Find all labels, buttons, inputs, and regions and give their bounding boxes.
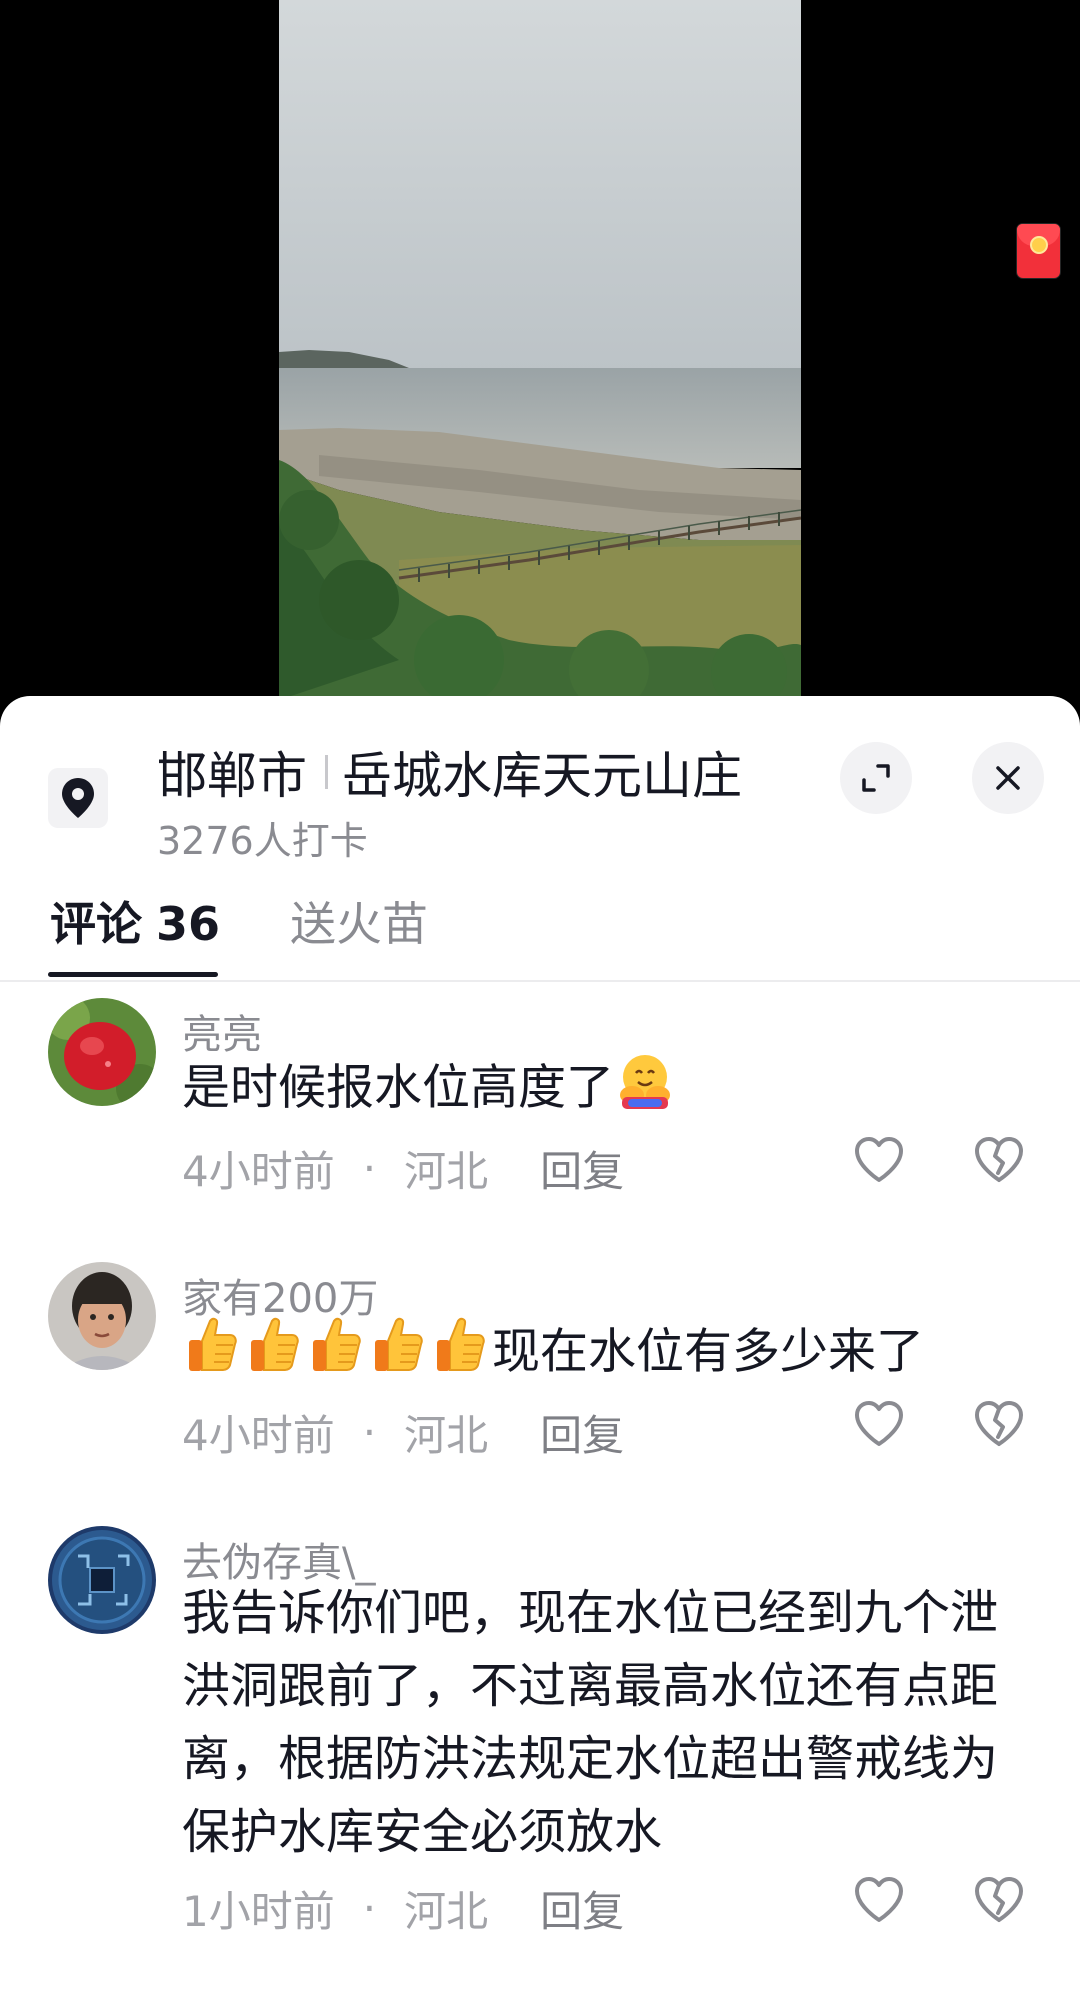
thumbs-up-emoji [430, 1313, 492, 1396]
like-icon[interactable] [849, 1870, 909, 1930]
comments-sheet: 邯郸市 岳城水库天元山庄 3276人打卡 评论 36 送火苗 亮亮 是时候报水位… [0, 696, 1080, 2007]
comment-time: 4小时前 [182, 1411, 335, 1460]
hugging-face-emoji [614, 1049, 676, 1132]
comment-region: 河北 [404, 1411, 489, 1460]
thumbs-up-emoji [182, 1313, 244, 1396]
reply-button[interactable]: 回复 [540, 1878, 624, 1939]
map-pin-icon [48, 768, 108, 828]
dislike-icon[interactable] [969, 1394, 1029, 1454]
screen: 邯郸市 岳城水库天元山庄 3276人打卡 评论 36 送火苗 亮亮 是时候报水位… [0, 0, 1080, 2007]
thumbs-up-emoji [368, 1313, 430, 1396]
close-button[interactable] [972, 742, 1044, 814]
meta-dot: · [362, 1144, 377, 1193]
comment-meta: 4小时前 · 河北 回复 [182, 1138, 624, 1199]
like-icon[interactable] [849, 1394, 909, 1454]
active-tab-indicator [48, 972, 218, 977]
reply-button[interactable]: 回复 [540, 1402, 624, 1463]
red-packet-coin [1030, 236, 1048, 254]
comment-text: 我告诉你们吧，现在水位已经到九个泄洪洞跟前了，不过离最高水位还有点距离，根据防洪… [182, 1585, 999, 1860]
meta-dot: · [362, 1884, 377, 1933]
expand-button[interactable] [840, 742, 912, 814]
avatar[interactable] [48, 1526, 156, 1634]
thumbs-up-emoji [244, 1313, 306, 1396]
tab-comments-count: 36 [156, 897, 221, 951]
location-place: 岳城水库天元山庄 [342, 747, 742, 805]
tab-comments[interactable]: 评论 36 [50, 888, 220, 954]
location-separator [325, 755, 328, 789]
location-city: 邯郸市 [157, 747, 307, 805]
comment-text-body: 是时候报水位高度了 [182, 1059, 615, 1116]
close-icon [996, 766, 1020, 790]
location-header[interactable]: 邯郸市 岳城水库天元山庄 3276人打卡 [0, 696, 1080, 866]
thumbs-up-emojis [182, 1317, 492, 1380]
avatar[interactable] [48, 998, 156, 1106]
tab-bar: 评论 36 送火苗 [0, 866, 1080, 982]
tab-comments-label: 评论 [50, 897, 142, 951]
location-checkins: 3276人打卡 [157, 819, 368, 863]
avatar[interactable] [48, 1262, 156, 1370]
dislike-icon[interactable] [969, 1870, 1029, 1930]
comment-time: 1小时前 [182, 1887, 335, 1936]
comment-meta: 4小时前 · 河北 回复 [182, 1402, 624, 1463]
comment-text: 现在水位有多少来了 [182, 1313, 1012, 1396]
video-frame[interactable] [279, 0, 801, 700]
red-packet-icon[interactable] [1017, 224, 1060, 278]
video-player[interactable] [0, 0, 1080, 700]
comment-region: 河北 [404, 1887, 489, 1936]
expand-icon [862, 764, 890, 792]
tab-send-fire[interactable]: 送火苗 [290, 888, 428, 954]
comment-text-body: 现在水位有多少来了 [492, 1323, 925, 1380]
location-title[interactable]: 邯郸市 岳城水库天元山庄 [157, 742, 742, 805]
thumbs-up-emoji [306, 1313, 368, 1396]
dislike-icon[interactable] [969, 1130, 1029, 1190]
comment-region: 河北 [404, 1147, 489, 1196]
comment-text: 是时候报水位高度了 [182, 1049, 1012, 1132]
reservoir-video-still [279, 0, 801, 700]
comment-meta: 1小时前 · 河北 回复 [182, 1878, 624, 1939]
comment-time: 4小时前 [182, 1147, 335, 1196]
like-icon[interactable] [849, 1130, 909, 1190]
meta-dot: · [362, 1408, 377, 1457]
reply-button[interactable]: 回复 [540, 1138, 624, 1199]
